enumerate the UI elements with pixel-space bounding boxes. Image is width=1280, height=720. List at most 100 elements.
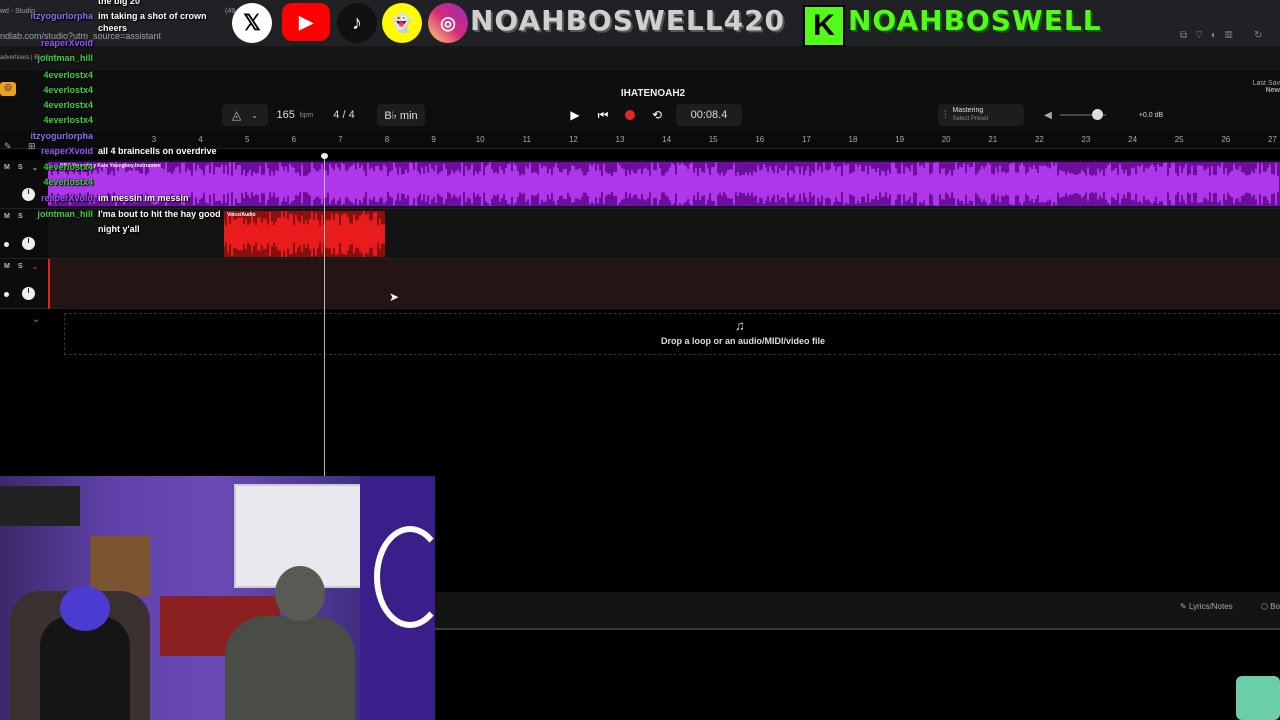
ruler-bar-number: 20 [941,135,951,144]
kick-handle: NOAHBOSWELL [848,4,1102,37]
play-button[interactable]: ▶ [566,104,584,126]
bookmark-bar: advertisers | BandLab [0,46,1280,70]
volume-db: +0.0 dB [1138,111,1164,119]
chat-message: jointman_hill [0,53,98,63]
chat-message: night y'all [0,224,140,234]
snapchat-icon: 👻 [382,3,422,43]
ruler-bar-number: 14 [662,135,672,144]
emote-avatar [1236,676,1280,720]
ruler-bar-number: 11 [522,135,531,144]
record-button[interactable] [621,104,639,126]
social-handle: NOAHBOSWELL420 [470,4,786,37]
ruler-bar-number: 26 [1221,135,1231,144]
chat-message: 4everlostx4 [0,115,98,125]
metronome-button[interactable]: ◬ ⌄ [222,104,268,126]
chat-message: jointman_hill I'ma bout to hit the hay go… [0,209,220,219]
sliders-icon: ⫶ [944,109,947,121]
tempo-field[interactable]: 165 bpm [270,104,320,126]
ruler-bar-number: 16 [755,135,765,144]
clip-label: Voice/Audio [227,212,256,218]
chevron-down-icon[interactable]: ⌄ [32,263,38,271]
volume-knob[interactable] [22,287,35,300]
master-volume-slider[interactable] [1060,109,1106,120]
chat-username: 4everlostx4 [43,85,93,95]
chat-message: 4everlostx4 [0,100,98,110]
chat-message: 4everlostx4 [0,70,98,80]
audio-clip[interactable]: NBA Youngboy Kate Youngboy Instrument [48,162,1280,206]
chat-username: 4everlostx4 [43,177,93,187]
mouse-cursor: ➤ [389,290,400,304]
chevron-down-icon: ⌄ [251,110,258,120]
skip-back-icon: ⏮ [597,107,609,122]
speaker-icon[interactable]: ◀ [1040,104,1056,126]
browser-extension-icons[interactable]: ⧉♡◐▦ [1180,30,1241,41]
chat-text: cheers [98,23,128,33]
chat-username: jointman_hill [37,53,93,63]
chat-username: 4everlostx4 [43,115,93,125]
chat-message: itzyogurlorpha [0,131,98,141]
chat-text: im taking a shot of crown [98,11,207,21]
chat-text: all 4 braincells on overdrive [98,146,217,156]
rewind-button[interactable]: ⏮ [594,104,612,126]
ruler-bar-number: 9 [431,135,436,144]
chat-username: reaperXvoid [40,38,93,48]
chat-text: im messin im messin [98,193,189,203]
ruler-bar-number: 8 [384,135,390,144]
mastering-button[interactable]: ⫶ Mastering Select Preset [938,104,1024,126]
drop-zone[interactable]: ♫ Drop a loop or an audio/MIDI/video fil… [64,313,1280,355]
lyrics-notes-button[interactable]: ✎ Lyrics/Notes [1180,602,1233,611]
chevron-down-icon[interactable]: ⌄ [32,314,40,325]
ruler-bar-number: 21 [988,135,998,144]
loop-button[interactable]: ⟲ [648,104,666,126]
solo-button[interactable]: S [18,263,23,270]
chat-message: the big 20 [0,0,140,6]
kick-icon: K [803,5,845,47]
track-lane-1[interactable]: NBA Youngboy Kate Youngboy Instrument [48,160,1280,209]
playhead[interactable] [324,155,325,476]
waveform-path [48,162,1279,206]
ruler-bar-number: 17 [801,135,811,144]
playhead-handle[interactable] [321,153,328,159]
chat-username: 4everlostx4 [43,100,93,110]
x-icon: 𝕏 [232,3,272,43]
track-header-3: M S ⌄ [0,259,48,309]
volume-knob[interactable] [22,237,35,250]
chat-username: 4everlostx4 [43,70,93,80]
ruler-bar-number: 25 [1174,135,1184,144]
track-lane-3[interactable] [48,259,1280,309]
daw-header: ◎ IHATENOAH2 Last Sav New ◬ ⌄ 165 bpm 4 … [0,70,1280,132]
chat-username: jointman_hill [37,209,93,219]
ruler-bar-number: 4 [198,135,203,144]
volume-slider-handle[interactable] [1092,109,1103,120]
ruler-bar-number: 18 [848,135,858,144]
add-music-icon: ♫ [735,318,745,333]
record-arm-dot[interactable] [4,292,9,297]
ruler-bar-number: 5 [244,135,250,144]
mute-button[interactable]: M [4,263,10,270]
last-saved-label: Last Sav [1252,80,1280,87]
mastering-preset: Select Preset [952,116,989,122]
reload-icon[interactable]: ↻ [1254,30,1262,41]
ruler-bar-number: 23 [1081,135,1091,144]
time-display: 00:08.4 [676,104,742,126]
ruler-bar-number: 13 [615,135,625,144]
key-selector[interactable]: B♭ min [377,104,425,126]
ruler-bar-number: 19 [895,135,905,144]
track-lane-2[interactable]: Voice/Audio [48,209,1280,259]
person-left-hair [60,586,110,631]
chat-username: itzyogurlorpha [30,11,94,21]
drop-zone-text: Drop a loop or an audio/MIDI/video file [660,336,825,346]
chat-message: 4everlostx4 [0,85,98,95]
project-title[interactable]: IHATENOAH2 [13,88,1280,99]
record-icon [625,110,635,120]
ruler-bar-number: 7 [338,135,343,144]
ruler-bar-number: 10 [475,135,485,144]
record-arm-dot[interactable] [4,242,9,247]
chat-message: reaperXvoid [0,38,98,48]
extra-panel-button[interactable]: ⬡ Bo [1261,602,1280,611]
bpm-value: 165 [276,109,295,121]
audio-clip[interactable]: Voice/Audio [224,211,385,257]
time-signature[interactable]: 4 / 4 [325,104,363,126]
chat-username: 4everlostx4 [43,162,93,172]
chat-message: reaperXvoid im messin im messin [0,193,189,203]
